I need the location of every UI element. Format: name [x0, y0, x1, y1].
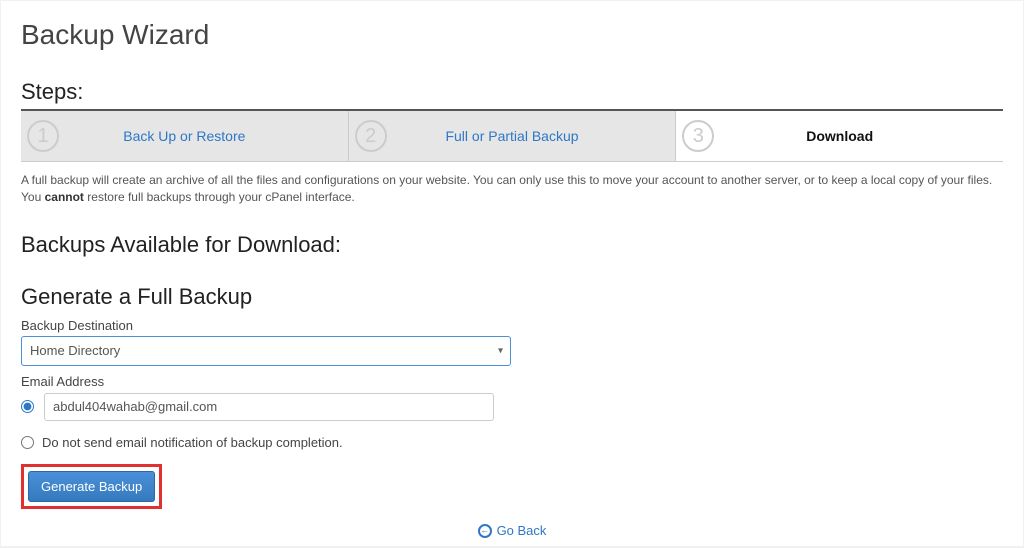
step-number-icon: 2	[355, 120, 387, 152]
generate-button-highlight: Generate Backup	[21, 464, 162, 509]
no-email-radio[interactable]	[21, 436, 34, 449]
page-title: Backup Wizard	[21, 19, 1003, 51]
step-number-icon: 1	[27, 120, 59, 152]
info-text: A full backup will create an archive of …	[21, 172, 1003, 206]
email-label: Email Address	[21, 374, 1003, 389]
generate-heading: Generate a Full Backup	[21, 284, 1003, 310]
back-arrow-icon: ←	[478, 524, 492, 538]
email-field[interactable]	[44, 393, 494, 421]
go-back-link[interactable]: ← Go Back	[478, 523, 547, 538]
email-notify-radio[interactable]	[21, 400, 34, 413]
step-download[interactable]: 3 Download	[676, 111, 1003, 161]
step-label: Back Up or Restore	[123, 128, 245, 144]
step-backup-restore[interactable]: 1 Back Up or Restore	[21, 111, 349, 161]
steps-row: 1 Back Up or Restore 2 Full or Partial B…	[21, 109, 1003, 162]
step-label: Download	[806, 128, 873, 144]
step-full-partial[interactable]: 2 Full or Partial Backup	[349, 111, 677, 161]
downloads-heading: Backups Available for Download:	[21, 232, 1003, 258]
generate-backup-button[interactable]: Generate Backup	[28, 471, 155, 502]
backup-destination-select[interactable]: Home Directory	[21, 336, 511, 366]
step-label: Full or Partial Backup	[445, 128, 578, 144]
dest-label: Backup Destination	[21, 318, 1003, 333]
step-number-icon: 3	[682, 120, 714, 152]
steps-heading: Steps:	[21, 79, 1003, 105]
no-email-label: Do not send email notification of backup…	[42, 435, 343, 450]
go-back-label: Go Back	[497, 523, 547, 538]
